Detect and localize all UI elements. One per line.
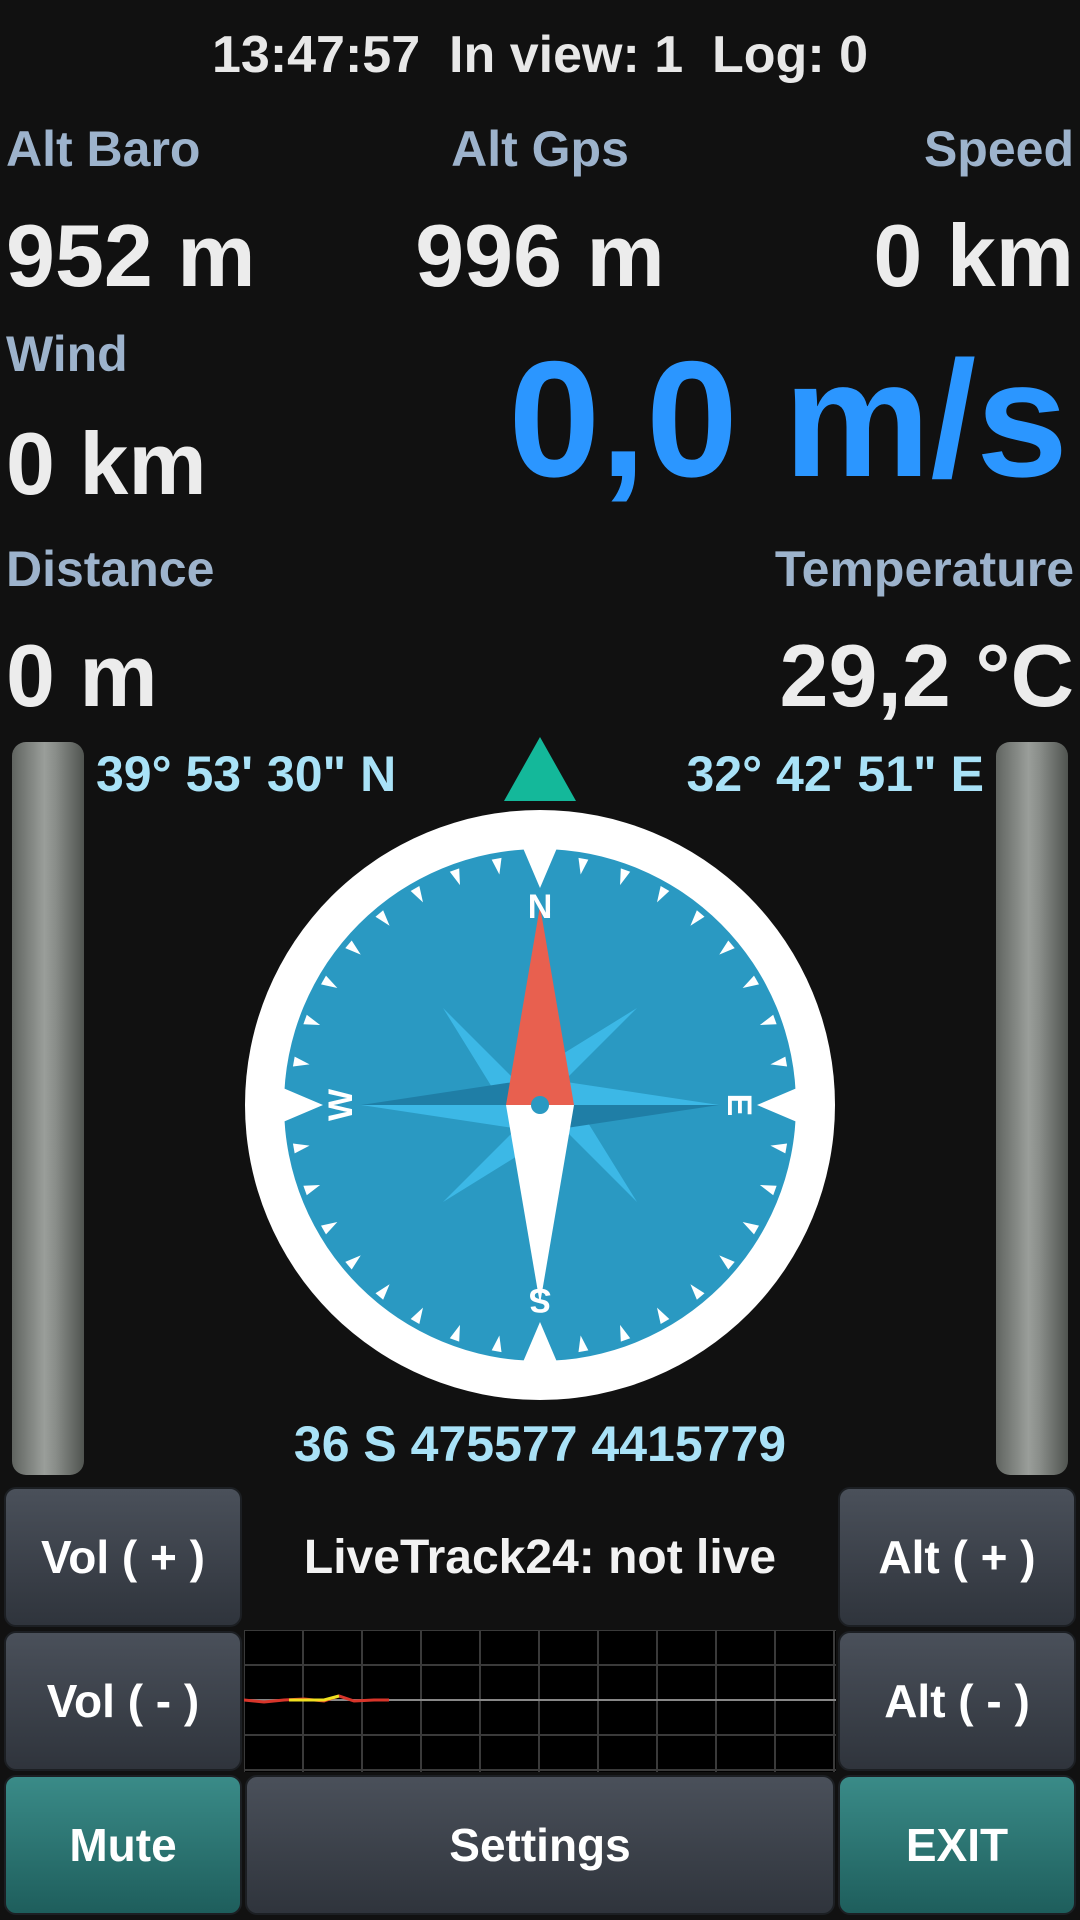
compass-label-w: W	[322, 1088, 360, 1121]
status-bar: 13:47:57 In view: 1 Log: 0	[0, 25, 1080, 85]
mute-button[interactable]: Mute	[4, 1775, 242, 1915]
clock: 13:47:57	[211, 26, 421, 84]
altitude-down-button[interactable]: Alt ( - )	[838, 1631, 1076, 1771]
distance-label: Distance	[6, 541, 215, 597]
settings-button[interactable]: Settings	[245, 1775, 835, 1915]
temperature-label: Temperature	[774, 541, 1074, 597]
utm-coordinate: 36 S 475577 4415779	[293, 1416, 787, 1472]
left-vario-bar	[12, 742, 84, 1475]
exit-button[interactable]: EXIT	[838, 1775, 1076, 1915]
livetrack-status: LiveTrack24: not live	[303, 1531, 777, 1584]
compass: N S W E	[245, 810, 835, 1400]
compass-label-n: N	[528, 888, 553, 926]
wind-value: 0 km	[6, 414, 207, 513]
log-count: Log: 0	[712, 26, 869, 84]
speed-label: Speed	[923, 121, 1074, 177]
latitude: 39° 53' 30" N	[96, 746, 397, 802]
right-vario-bar	[996, 742, 1068, 1475]
compass-label-s: S	[529, 1281, 552, 1319]
compass-label-e: E	[720, 1094, 758, 1117]
alt-gps-label: Alt Gps	[451, 121, 629, 177]
volume-up-button[interactable]: Vol ( + )	[4, 1487, 242, 1627]
temperature-value: 29,2 °C	[779, 626, 1074, 725]
distance-value: 0 m	[6, 626, 158, 725]
wind-label: Wind	[6, 326, 128, 382]
longitude: 32° 42' 51" E	[686, 746, 984, 802]
altitude-graph	[244, 1630, 836, 1772]
speed-value: 0 km	[873, 206, 1074, 305]
heading-marker-icon	[504, 737, 576, 801]
volume-down-button[interactable]: Vol ( - )	[4, 1631, 242, 1771]
altitude-up-button[interactable]: Alt ( + )	[838, 1487, 1076, 1627]
satellites-in-view: In view: 1	[449, 26, 684, 84]
vario-value: 0,0 m/s	[508, 327, 1068, 511]
